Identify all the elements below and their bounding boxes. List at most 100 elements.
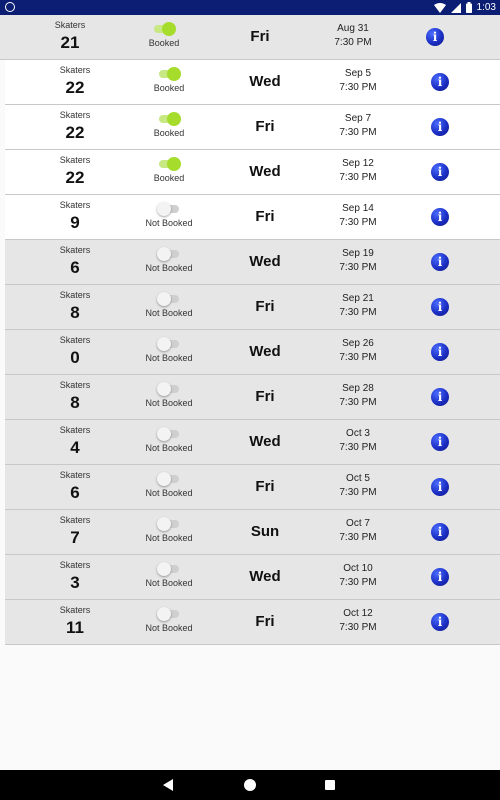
info-icon[interactable]: i: [431, 343, 449, 361]
skaters-label: Skaters: [59, 65, 91, 75]
list-item[interactable]: Skaters 22 Booked Fri Sep 7 7:30 PM i: [5, 105, 500, 150]
date-cell: Sep 19 7:30 PM: [318, 240, 398, 284]
skaters-count: 9: [70, 213, 80, 232]
booking-status: Not Booked: [145, 308, 193, 318]
booked-toggle[interactable]: [157, 382, 180, 396]
wifi-icon: [433, 2, 446, 13]
session-date: Oct 7: [346, 518, 370, 529]
session-date: Sep 5: [344, 68, 372, 79]
booked-toggle[interactable]: [157, 247, 180, 261]
info-icon[interactable]: i: [431, 478, 449, 496]
info-icon[interactable]: i: [431, 433, 449, 451]
toggle-thumb: [162, 22, 176, 36]
session-time: 7:30 PM: [339, 217, 377, 228]
booked-toggle[interactable]: [157, 607, 180, 621]
skaters-cell: Skaters 8: [45, 375, 105, 419]
booked-toggle[interactable]: [157, 292, 180, 306]
toggle-thumb: [157, 607, 171, 621]
booking-cell: Not Booked: [135, 420, 203, 464]
day-of-week: Sun: [250, 523, 280, 540]
list-item[interactable]: Skaters 4 Not Booked Wed Oct 3 7:30 PM i: [5, 420, 500, 465]
skaters-count: 8: [70, 303, 80, 322]
booking-status: Not Booked: [145, 398, 193, 408]
toggle-thumb: [157, 472, 171, 486]
toggle-thumb: [157, 382, 171, 396]
date-cell: Aug 31 7:30 PM: [313, 15, 393, 59]
booking-status: Not Booked: [145, 578, 193, 588]
booking-cell: Booked: [135, 105, 203, 149]
date-cell: Oct 5 7:30 PM: [318, 465, 398, 509]
day-of-week: Wed: [249, 73, 281, 90]
session-time: 7:30 PM: [339, 172, 377, 183]
list-item[interactable]: Skaters 3 Not Booked Wed Oct 10 7:30 PM i: [5, 555, 500, 600]
info-icon[interactable]: i: [431, 523, 449, 541]
toggle-thumb: [167, 157, 181, 171]
skaters-cell: Skaters 3: [45, 555, 105, 599]
info-icon[interactable]: i: [431, 208, 449, 226]
back-icon[interactable]: [163, 779, 173, 791]
list-item[interactable]: Skaters 22 Booked Wed Sep 12 7:30 PM i: [5, 150, 500, 195]
list-item[interactable]: Skaters 22 Booked Wed Sep 5 7:30 PM i: [5, 60, 500, 105]
skaters-cell: Skaters 7: [45, 510, 105, 554]
info-icon[interactable]: i: [431, 568, 449, 586]
booked-toggle[interactable]: [158, 112, 181, 126]
booked-toggle[interactable]: [157, 202, 180, 216]
session-date: Sep 19: [342, 248, 374, 259]
booking-status: Booked: [153, 173, 185, 183]
toggle-thumb: [157, 517, 171, 531]
session-date: Oct 3: [346, 428, 370, 439]
skaters-count: 22: [65, 123, 85, 142]
day-of-week: Fri: [255, 613, 275, 630]
skaters-label: Skaters: [59, 560, 91, 570]
session-date: Oct 10: [343, 563, 373, 574]
list-item[interactable]: Skaters 8 Not Booked Fri Sep 28 7:30 PM i: [5, 375, 500, 420]
session-time: 7:30 PM: [339, 262, 377, 273]
skaters-cell: Skaters 6: [45, 465, 105, 509]
list-item[interactable]: Skaters 0 Not Booked Wed Sep 26 7:30 PM i: [5, 330, 500, 375]
booked-toggle[interactable]: [158, 67, 181, 81]
list-item[interactable]: Skaters 9 Not Booked Fri Sep 14 7:30 PM i: [5, 195, 500, 240]
booked-toggle[interactable]: [157, 562, 180, 576]
info-icon[interactable]: i: [431, 163, 449, 181]
skaters-count: 6: [70, 483, 80, 502]
list-item[interactable]: Skaters 21 Booked Fri Aug 31 7:30 PM i: [0, 15, 500, 60]
info-icon[interactable]: i: [431, 118, 449, 136]
skaters-count: 6: [70, 258, 80, 277]
skaters-label: Skaters: [54, 20, 86, 30]
booked-toggle[interactable]: [157, 427, 180, 441]
session-date: Sep 7: [344, 113, 372, 124]
list-item[interactable]: Skaters 8 Not Booked Fri Sep 21 7:30 PM i: [5, 285, 500, 330]
info-icon[interactable]: i: [426, 28, 444, 46]
info-icon[interactable]: i: [431, 388, 449, 406]
skaters-cell: Skaters 0: [45, 330, 105, 374]
booking-status: Booked: [153, 128, 185, 138]
booking-cell: Not Booked: [135, 555, 203, 599]
skaters-cell: Skaters 22: [45, 105, 105, 149]
list-item[interactable]: Skaters 6 Not Booked Wed Sep 19 7:30 PM i: [5, 240, 500, 285]
list-item[interactable]: Skaters 11 Not Booked Fri Oct 12 7:30 PM i: [5, 600, 500, 645]
list-item[interactable]: Skaters 7 Not Booked Sun Oct 7 7:30 PM i: [5, 510, 500, 555]
booking-cell: Not Booked: [135, 195, 203, 239]
booked-toggle[interactable]: [153, 22, 176, 36]
date-cell: Sep 7 7:30 PM: [318, 105, 398, 149]
skaters-count: 21: [60, 33, 80, 52]
booked-toggle[interactable]: [157, 517, 180, 531]
skaters-cell: Skaters 4: [45, 420, 105, 464]
booked-toggle[interactable]: [158, 157, 181, 171]
day-of-week: Fri: [250, 28, 270, 45]
info-icon[interactable]: i: [431, 613, 449, 631]
list-item[interactable]: Skaters 6 Not Booked Fri Oct 5 7:30 PM i: [5, 465, 500, 510]
info-icon[interactable]: i: [431, 298, 449, 316]
day-of-week: Fri: [255, 298, 275, 315]
home-icon[interactable]: [244, 779, 256, 791]
booked-toggle[interactable]: [157, 472, 180, 486]
booked-toggle[interactable]: [157, 337, 180, 351]
session-date: Sep 21: [342, 293, 374, 304]
session-date: Sep 28: [342, 383, 374, 394]
skaters-label: Skaters: [59, 200, 91, 210]
info-icon[interactable]: i: [431, 73, 449, 91]
booking-status: Not Booked: [145, 533, 193, 543]
skaters-cell: Skaters 11: [45, 600, 105, 644]
recents-icon[interactable]: [325, 780, 335, 790]
info-icon[interactable]: i: [431, 253, 449, 271]
